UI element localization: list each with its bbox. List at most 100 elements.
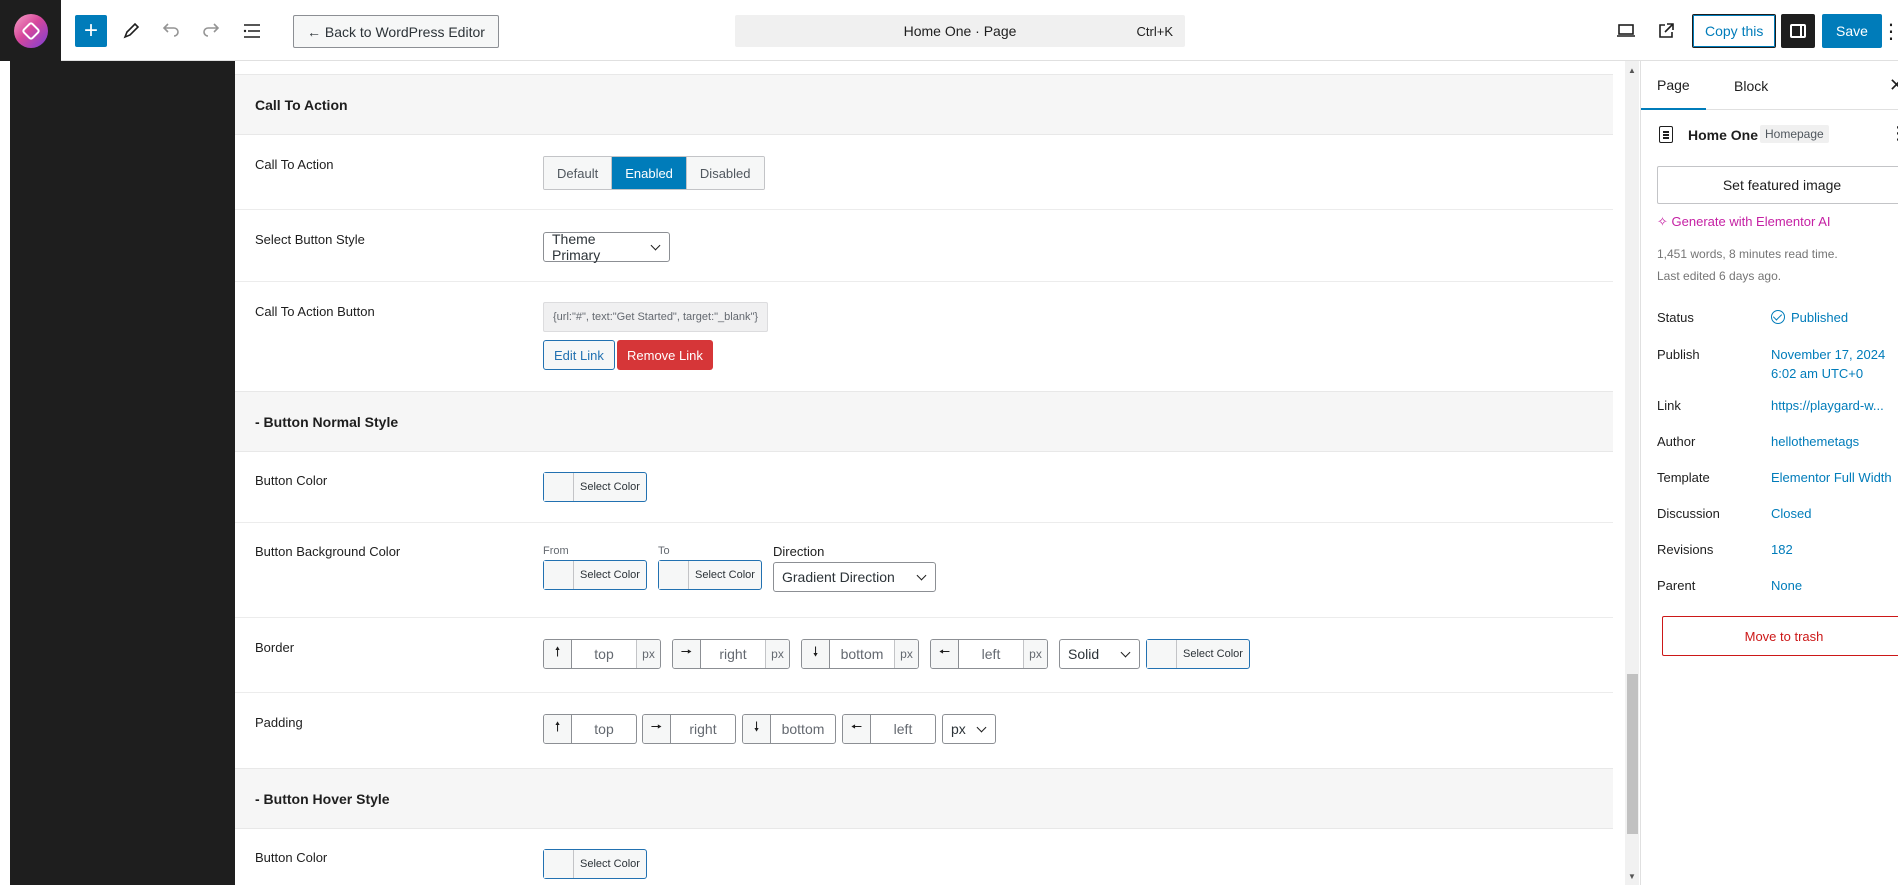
- published-check-icon: [1771, 310, 1785, 324]
- word-count: 1,451 words, 8 minutes read time.: [1657, 247, 1838, 261]
- cta-toggle-group: Default Enabled Disabled: [543, 156, 765, 190]
- hover-button-color-picker[interactable]: Select Color: [543, 849, 647, 879]
- padding-top-input[interactable]: 🠕 top: [543, 714, 637, 744]
- view-external-icon[interactable]: [1650, 15, 1682, 47]
- select-color-label: Select Color: [580, 481, 640, 493]
- border-label: Border: [255, 640, 295, 655]
- document-overview-icon[interactable]: [236, 15, 268, 47]
- back-to-wordpress-editor-button[interactable]: ← Back to WordPress Editor: [293, 15, 499, 48]
- edit-link-button[interactable]: Edit Link: [543, 340, 615, 370]
- border-bottom-input[interactable]: 🠗 bottom px: [801, 639, 919, 669]
- logo-icon: [13, 13, 48, 48]
- parent-value[interactable]: None: [1771, 576, 1802, 595]
- border-right-input[interactable]: 🠖 right px: [672, 639, 790, 669]
- arrow-left-icon: 🠔: [843, 715, 871, 743]
- page-actions-kebab-icon[interactable]: ⋮: [1889, 123, 1898, 144]
- edit-pencil-icon[interactable]: [115, 15, 147, 47]
- divider: [235, 209, 1613, 210]
- padding-left-input[interactable]: 🠔 left: [842, 714, 936, 744]
- link-key: Link: [1657, 398, 1681, 413]
- discussion-value[interactable]: Closed: [1771, 504, 1811, 523]
- cta-link-value: {url:"#", text:"Get Started", target:"_b…: [543, 302, 769, 332]
- document-title: Home One · Page: [903, 23, 1017, 39]
- tab-page[interactable]: Page: [1641, 61, 1706, 110]
- border-top-input[interactable]: 🠕 top px: [543, 639, 661, 669]
- cta-option-default[interactable]: Default: [544, 157, 613, 189]
- author-value[interactable]: hellothemetags: [1771, 432, 1859, 451]
- cta-label: Call To Action: [255, 157, 334, 172]
- discussion-key: Discussion: [1657, 506, 1720, 521]
- padding-label: Padding: [255, 715, 303, 730]
- arrow-up-icon: 🠕: [544, 715, 572, 743]
- section-button-normal-style: - Button Normal Style: [235, 391, 1613, 452]
- section-call-to-action: Call To Action: [235, 74, 1613, 135]
- save-button[interactable]: Save: [1822, 14, 1882, 48]
- generate-with-ai-link[interactable]: ✧ Generate with Elementor AI: [1657, 214, 1831, 230]
- homepage-badge: Homepage: [1760, 125, 1829, 143]
- revisions-key: Revisions: [1657, 542, 1714, 557]
- border-style-select[interactable]: Solid: [1059, 639, 1140, 669]
- site-logo[interactable]: [0, 0, 61, 61]
- publish-date[interactable]: November 17, 2024 6:02 am UTC+0: [1771, 345, 1885, 383]
- cta-option-enabled[interactable]: Enabled: [612, 157, 687, 189]
- scroll-down-icon[interactable]: ▼: [1625, 869, 1639, 883]
- sidebar-tabs: Page Block ✕: [1641, 61, 1898, 110]
- copy-this-button[interactable]: Copy this: [1692, 14, 1777, 48]
- set-featured-image-button[interactable]: Set featured image: [1657, 166, 1898, 204]
- cta-option-disabled[interactable]: Disabled: [686, 157, 764, 189]
- arrow-up-icon: 🠕: [544, 640, 572, 668]
- arrow-right-icon: 🠖: [673, 640, 701, 668]
- border-color-picker[interactable]: Select Color: [1146, 639, 1250, 669]
- remove-link-button[interactable]: Remove Link: [617, 340, 713, 370]
- last-edited: Last edited 6 days ago.: [1657, 269, 1782, 283]
- color-swatch: [544, 850, 574, 878]
- arrow-left-icon: 🠔: [931, 640, 959, 668]
- color-swatch: [544, 561, 574, 589]
- color-swatch: [1147, 640, 1177, 668]
- redo-icon[interactable]: [195, 15, 227, 47]
- padding-right-input[interactable]: 🠖 right: [642, 714, 736, 744]
- status-key: Status: [1657, 310, 1694, 325]
- scroll-up-icon[interactable]: ▲: [1625, 63, 1639, 77]
- select-color-label: Select Color: [580, 858, 640, 870]
- bg-from-color-picker[interactable]: Select Color: [543, 560, 647, 590]
- add-block-button[interactable]: +: [75, 15, 107, 47]
- status-value[interactable]: Published: [1771, 308, 1848, 327]
- scrollbar-thumb[interactable]: [1627, 674, 1638, 834]
- button-bg-color-label: Button Background Color: [255, 544, 401, 559]
- sparkle-icon: ✧: [1657, 214, 1672, 229]
- from-label: From: [543, 545, 569, 557]
- divider: [235, 617, 1613, 618]
- select-color-label: Select Color: [580, 569, 640, 581]
- move-to-trash-button[interactable]: Move to trash: [1662, 616, 1898, 656]
- tab-block[interactable]: Block: [1718, 61, 1784, 110]
- template-key: Template: [1657, 470, 1710, 485]
- command-palette-bar[interactable]: Home One · Page Ctrl+K: [735, 15, 1185, 47]
- settings-sidebar-toggle-icon[interactable]: [1781, 14, 1815, 48]
- close-icon[interactable]: ✕: [1889, 75, 1898, 96]
- button-color-picker[interactable]: Select Color: [543, 472, 647, 502]
- revisions-value[interactable]: 182: [1771, 540, 1793, 559]
- select-color-label: Select Color: [695, 569, 755, 581]
- arrow-down-icon: 🠗: [802, 640, 830, 668]
- preview-laptop-icon[interactable]: [1610, 15, 1642, 47]
- padding-unit-select[interactable]: px: [942, 714, 996, 744]
- undo-icon[interactable]: [155, 15, 187, 47]
- permalink-value[interactable]: https://playgard-w...: [1771, 396, 1884, 415]
- border-left-input[interactable]: 🠔 left px: [930, 639, 1048, 669]
- admin-sidebar-area: [10, 61, 235, 885]
- bg-to-color-picker[interactable]: Select Color: [658, 560, 762, 590]
- cta-button-label: Call To Action Button: [255, 304, 375, 319]
- padding-bottom-input[interactable]: 🠗 bottom: [742, 714, 836, 744]
- canvas-edge: [0, 61, 10, 885]
- page-document-icon: [1659, 126, 1673, 143]
- publish-key: Publish: [1657, 347, 1700, 362]
- options-kebab-icon[interactable]: ⋮: [1881, 15, 1898, 47]
- color-swatch: [544, 473, 574, 501]
- button-style-select[interactable]: Theme Primary: [543, 231, 670, 263]
- settings-panel: Call To Action Call To Action Default En…: [235, 61, 1625, 885]
- gradient-direction-select[interactable]: Gradient Direction: [773, 562, 936, 592]
- hover-button-color-label: Button Color: [255, 850, 328, 865]
- section-button-hover-style: - Button Hover Style: [235, 768, 1613, 829]
- template-value[interactable]: Elementor Full Width: [1771, 468, 1892, 487]
